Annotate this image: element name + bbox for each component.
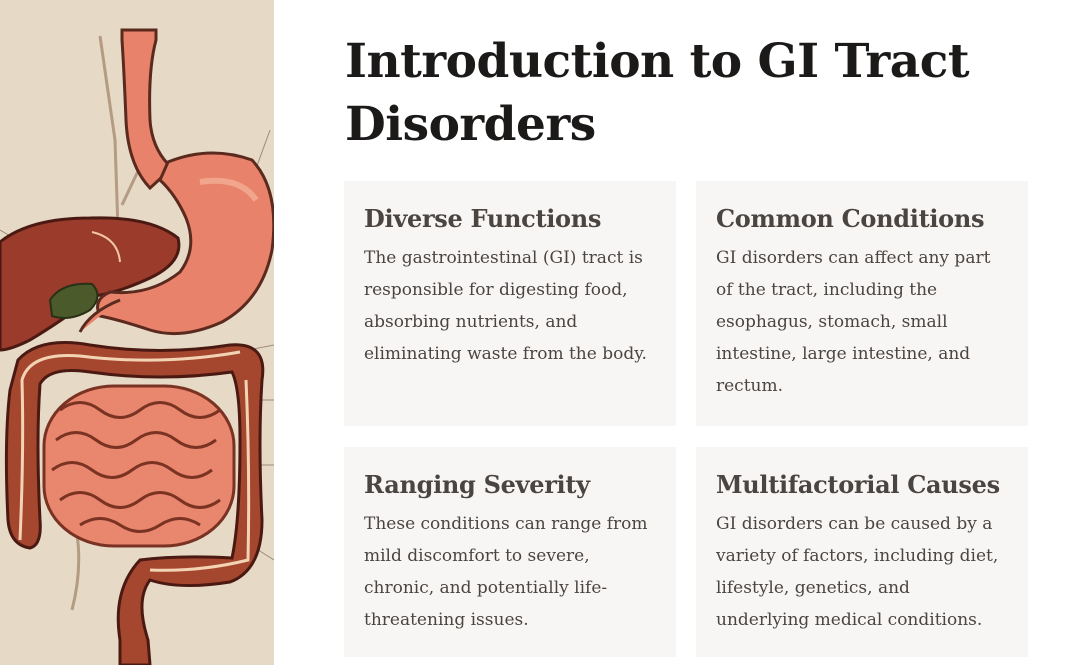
digestive-system-graphic: [0, 28, 274, 665]
card-heading: Common Conditions: [716, 204, 985, 233]
card-heading: Ranging Severity: [364, 470, 590, 499]
card-common-conditions: Common Conditions GI disorders can affec…: [696, 181, 1028, 426]
page-title: Introduction to GI Tract Disorders: [345, 34, 970, 152]
card-ranging-severity: Ranging Severity These conditions can ra…: [344, 447, 676, 657]
card-heading: Diverse Functions: [364, 204, 602, 233]
small-intestine: [42, 384, 236, 548]
esophagus: [120, 28, 175, 191]
card-body: GI disorders can be caused by a variety …: [716, 514, 999, 630]
card-heading: Multifactorial Causes: [716, 470, 1000, 499]
card-body: These conditions can range from mild dis…: [364, 514, 648, 630]
card-diverse-functions: Diverse Functions The gastrointestinal (…: [344, 181, 676, 426]
card-body: The gastrointestinal (GI) tract is respo…: [364, 248, 647, 364]
card-body: GI disorders can affect any part of the …: [716, 248, 991, 396]
card-multifactorial-causes: Multifactorial Causes GI disorders can b…: [696, 447, 1028, 657]
digestive-system-illustration: [0, 0, 274, 665]
